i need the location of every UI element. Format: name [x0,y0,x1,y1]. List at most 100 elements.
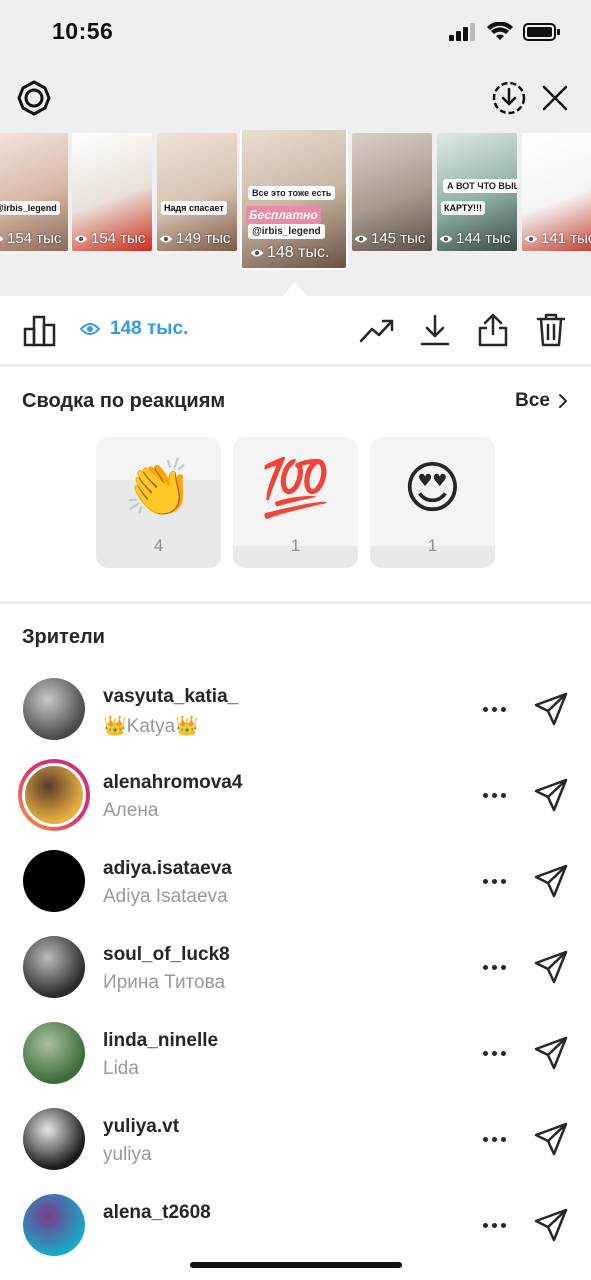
more-options-button[interactable] [478,694,510,724]
viewer-row[interactable]: alenahromova4 Алена [0,754,591,840]
viewer-username[interactable]: alena_t2608 [103,1202,211,1224]
viewer-username[interactable]: linda_ninelle [103,1030,218,1052]
reaction-card[interactable]: 💯 1 [233,437,358,568]
share-button[interactable] [473,310,513,350]
send-message-button[interactable] [530,1204,572,1246]
story-badge: Надя спасает [161,201,227,215]
story-views: 149 тыс [159,230,230,247]
viewer-row[interactable]: linda_ninelle Lida [0,1012,591,1098]
reaction-card[interactable]: 👏 4 [96,437,221,568]
more-dot [482,792,488,798]
send-message-button[interactable] [530,946,572,988]
paper-plane-icon [534,1036,568,1070]
reaction-cards: 👏 4 💯 1 😍 1 [96,437,495,568]
more-options-button[interactable] [478,780,510,810]
avatar[interactable] [23,1022,85,1084]
more-dot [482,878,488,884]
viewer-row[interactable]: soul_of_luck8 Ирина Титова [0,926,591,1012]
viewer-username[interactable]: adiya.isataeva [103,858,232,880]
insights-button[interactable] [20,310,60,350]
send-message-button[interactable] [530,688,572,730]
section-divider [0,602,591,603]
viewer-username[interactable]: vasyuta_katia_ [103,686,238,708]
status-icons [449,22,561,42]
reaction-count: 1 [290,536,301,555]
avatar[interactable] [23,1194,85,1256]
avatar-image [22,763,86,827]
story-thumbnail[interactable]: @irbis_legend 154 тыс [0,133,68,251]
more-dot [500,1050,506,1056]
story-thumbnail[interactable]: А ВОТ ЧТО ВЫШЛО!!! КАРТУ!!! 144 тыс [437,133,517,251]
viewer-username[interactable]: soul_of_luck8 [103,944,230,966]
story-caption: А ВОТ ЧТО ВЫШЛО!!! [443,179,517,193]
more-options-button[interactable] [478,1210,510,1240]
send-message-button[interactable] [530,1032,572,1074]
story-views-label: 148 тыс. [267,244,330,261]
viewer-fullname: 👑Katya👑 [103,716,199,737]
story-views: 144 тыс [439,230,510,247]
story-caption: Все это тоже есть [248,186,336,200]
reactions-see-all-link[interactable]: Все [515,390,568,412]
avatar[interactable] [23,678,85,740]
reaction-count: 4 [153,536,164,555]
story-thumbnail[interactable]: Все это тоже есть Бесплатно @irbis_legend 1… [242,130,346,268]
download-icon [420,314,450,346]
avatar[interactable] [23,850,85,912]
delete-button[interactable] [531,310,571,350]
avatar[interactable] [23,936,85,998]
more-dot [482,964,488,970]
paper-plane-icon [534,778,568,812]
eye-icon [250,249,264,257]
avatar[interactable] [23,1108,85,1170]
story-thumbnail[interactable]: 145 тыс [352,133,432,251]
promote-button[interactable] [357,310,397,350]
more-options-button[interactable] [478,1038,510,1068]
eye-icon [159,235,173,242]
story-thumbnail[interactable]: 141 тыс [522,133,591,251]
story-views-label: 144 тыс [456,230,511,247]
more-options-button[interactable] [478,866,510,896]
chevron-right-icon [559,394,567,408]
more-options-button[interactable] [478,1124,510,1154]
more-dot [491,1136,497,1142]
story-thumbnail[interactable]: Надя спасает 149 тыс [157,133,237,251]
views-count-tab[interactable]: 148 тыс. [80,318,188,340]
eye-icon [0,235,4,242]
viewer-row[interactable]: yuliya.vt yuliya [0,1098,591,1184]
close-button[interactable] [535,78,575,118]
download-circle-icon [492,81,526,115]
reactions-header: Сводка по реакциям Все [22,388,572,418]
story-views-label: 149 тыс [176,230,231,247]
more-dot [491,1222,497,1228]
save-story-button[interactable] [489,78,529,118]
viewer-fullname: Алена [103,800,159,821]
story-badge: @irbis_legend [0,201,60,215]
more-dot [500,878,506,884]
home-indicator[interactable] [190,1262,402,1268]
more-dot [482,1050,488,1056]
eye-icon [354,235,368,242]
viewer-row[interactable]: alena_t2608 [0,1184,591,1270]
reaction-card[interactable]: 😍 1 [370,437,495,568]
more-options-button[interactable] [478,952,510,982]
paper-plane-icon [534,1208,568,1242]
settings-button[interactable] [14,78,54,118]
send-message-button[interactable] [530,1118,572,1160]
story-thumbnails: @irbis_legend 154 тыс 154 тыс Надя спасает 1… [0,130,591,270]
views-count-label: 148 тыс. [110,318,189,339]
send-message-button[interactable] [530,860,572,902]
viewer-fullname: Lida [103,1058,139,1079]
viewer-row[interactable]: adiya.isataeva Adiya Isataeva [0,840,591,926]
viewer-username[interactable]: alenahromova4 [103,772,242,794]
download-button[interactable] [415,310,455,350]
paper-plane-icon [534,950,568,984]
more-dot [491,964,497,970]
more-dot [482,1136,488,1142]
viewer-row[interactable]: vasyuta_katia_ 👑Katya👑 [0,668,591,754]
story-thumbnail[interactable]: 154 тыс [72,133,152,251]
avatar[interactable] [18,759,90,831]
viewer-username[interactable]: yuliya.vt [103,1116,179,1138]
see-all-label: Все [515,390,550,411]
story-viewer-header: 10:56 @irbis_legend 154 тыс 154 тыс Надя… [0,0,591,296]
send-message-button[interactable] [530,774,572,816]
